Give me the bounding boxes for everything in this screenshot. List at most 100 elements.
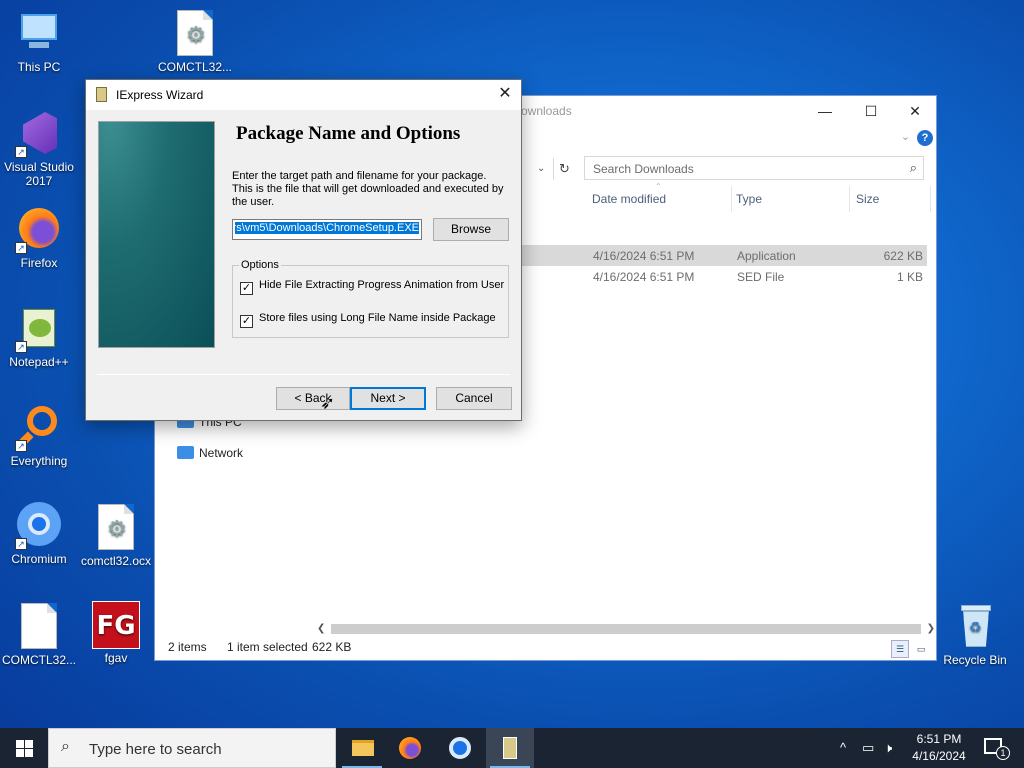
dialog-titlebar[interactable]: IExpress Wizard ✕ <box>86 80 521 110</box>
file-date: 4/16/2024 6:51 PM <box>593 270 695 284</box>
desktop-icon-label: Visual Studio 2017 <box>4 160 74 188</box>
back-button[interactable]: < Back <box>276 387 350 410</box>
nav-item-network[interactable]: Network <box>177 446 243 460</box>
close-icon[interactable]: ✕ <box>489 80 521 110</box>
file-size: 1 KB <box>896 270 923 284</box>
checkbox-checked-icon[interactable]: ✓ <box>240 315 253 328</box>
shortcut-arrow-icon: ↗ <box>15 242 27 254</box>
file-date: 4/16/2024 6:51 PM <box>593 249 695 263</box>
scrollbar-thumb[interactable] <box>331 624 921 634</box>
details-view-icon[interactable]: ☰ <box>891 640 909 658</box>
status-item-count: 2 items <box>168 640 207 654</box>
column-type[interactable]: Type <box>736 192 762 206</box>
desktop-icon-label: Notepad++ <box>9 355 69 369</box>
option-label: Store files using Long File Name inside … <box>259 312 496 324</box>
folder-icon <box>352 740 374 756</box>
desktop-icon-notepad-plus[interactable]: ↗ Notepad++ <box>1 305 77 369</box>
taskbar: ⌕ Type here to search ^ ▭ 🕨 6:51 PM 4/16… <box>0 728 1024 768</box>
next-button[interactable]: Next > <box>350 387 426 410</box>
nav-item-label: Network <box>199 446 244 460</box>
file-row[interactable]: 4/16/2024 6:51 PM Application 622 KB <box>515 245 927 266</box>
iexpress-app-icon <box>96 87 107 102</box>
option-hide-progress[interactable]: ✓ Hide File Extracting Progress Animation… <box>240 279 504 295</box>
mouse-cursor-icon: ➶ <box>320 393 336 413</box>
address-dropdown-icon[interactable]: ⌄ <box>537 158 553 180</box>
desktop-icon-label: Firefox <box>20 256 58 270</box>
network-icon <box>177 446 194 459</box>
checkbox-checked-icon[interactable]: ✓ <box>240 282 253 295</box>
clock-time: 6:51 PM <box>916 732 962 746</box>
desktop-icon-comctl32-1[interactable]: ⚙ COMCTL32... <box>157 10 233 74</box>
recycle-bin-icon: ♻ <box>951 603 999 651</box>
column-size[interactable]: Size <box>856 192 879 206</box>
desktop-icon-comctl32-ocx[interactable]: ⚙ comctl32.ocx <box>78 504 154 568</box>
file-type: Application <box>737 249 796 263</box>
wizard-banner-image <box>98 121 215 348</box>
file-row[interactable]: 4/16/2024 6:51 PM SED File 1 KB <box>515 266 927 287</box>
column-separator[interactable] <box>849 186 850 212</box>
taskbar-file-explorer[interactable] <box>338 728 386 768</box>
desktop-icon-firefox[interactable]: ↗ Firefox <box>1 206 77 270</box>
maximize-button[interactable]: ☐ <box>848 96 894 126</box>
option-long-file-names[interactable]: ✓ Store files using Long File Name inside… <box>240 312 496 328</box>
taskbar-clock[interactable]: 6:51 PM 4/16/2024 <box>900 731 978 765</box>
column-separator[interactable] <box>930 186 931 212</box>
large-icons-view-icon[interactable]: ▭ <box>912 640 930 658</box>
search-placeholder: Search Downloads <box>593 162 694 176</box>
volume-muted-icon[interactable]: 🕨 <box>884 728 892 768</box>
search-input[interactable]: Search Downloads ⌕ <box>584 156 924 180</box>
desktop-icon-label: COMCTL32... <box>157 60 232 74</box>
ribbon-expand-icon[interactable]: ⌄ <box>901 130 910 143</box>
file-icon: ⚙ <box>92 504 140 552</box>
close-button[interactable]: ✕ <box>892 96 938 126</box>
desktop-icon-label: Recycle Bin <box>943 653 1007 667</box>
divider <box>97 374 510 375</box>
iexpress-app-icon <box>503 737 517 759</box>
file-type: SED File <box>737 270 785 284</box>
taskbar-chromium[interactable] <box>436 728 484 768</box>
column-separator[interactable] <box>731 186 732 212</box>
action-center-button[interactable]: 1 <box>984 738 1010 760</box>
help-icon[interactable]: ? <box>917 130 933 146</box>
desktop-icon-this-pc[interactable]: This PC <box>1 10 77 74</box>
notification-count-badge: 1 <box>996 746 1010 760</box>
taskbar-search-input[interactable]: ⌕ Type here to search <box>48 728 336 768</box>
firefox-icon <box>399 737 421 759</box>
notepad-plus-icon: ↗ <box>15 305 63 353</box>
shortcut-arrow-icon: ↗ <box>15 440 27 452</box>
shortcut-arrow-icon: ↗ <box>15 341 27 353</box>
search-icon: ⌕ <box>61 738 70 755</box>
taskbar-iexpress[interactable] <box>486 728 534 768</box>
desktop-icon-everything[interactable]: ↗ Everything <box>1 404 77 468</box>
file-icon <box>15 603 63 651</box>
options-group-label: Options <box>239 259 281 271</box>
desktop-icon-chromium[interactable]: ↗ Chromium <box>1 502 77 566</box>
desktop-icon-label: Everything <box>10 454 68 468</box>
minimize-button[interactable]: — <box>802 96 848 126</box>
column-date-modified[interactable]: Date modified <box>592 192 666 206</box>
desktop-icon-comctl32-2[interactable]: COMCTL32... <box>1 603 77 667</box>
desktop-icon-visual-studio[interactable]: ↗ Visual Studio 2017 <box>1 110 77 188</box>
iexpress-wizard-dialog[interactable]: IExpress Wizard ✕ Package Name and Optio… <box>85 79 522 421</box>
cancel-button[interactable]: Cancel <box>436 387 512 410</box>
desktop-icon-fgav[interactable]: FG fgav <box>78 601 154 665</box>
browse-button[interactable]: Browse <box>433 218 509 241</box>
taskbar-firefox[interactable] <box>386 728 434 768</box>
target-path-value: rs\vm5\Downloads\ChromeSetup.EXE <box>235 222 419 234</box>
visual-studio-icon: ↗ <box>15 110 63 158</box>
sort-arrow-icon: ⌃ <box>655 182 662 191</box>
show-hidden-icons-icon[interactable]: ^ <box>840 728 846 768</box>
desktop-icon-recycle-bin[interactable]: ♻ Recycle Bin <box>937 603 1013 667</box>
firefox-icon: ↗ <box>15 206 63 254</box>
network-icon[interactable]: ▭ <box>862 728 874 768</box>
start-button[interactable] <box>0 728 48 768</box>
taskbar-search-placeholder: Type here to search <box>89 741 222 758</box>
clock-date: 4/16/2024 <box>912 749 966 763</box>
option-label: Hide File Extracting Progress Animation … <box>259 279 505 291</box>
desktop-icon-label: COMCTL32... <box>1 653 76 667</box>
page-title: Package Name and Options <box>236 123 461 144</box>
chromium-icon: ↗ <box>15 502 63 550</box>
explorer-title: ownloads <box>521 104 572 118</box>
refresh-icon[interactable]: ↻ <box>553 158 575 180</box>
target-path-input[interactable]: rs\vm5\Downloads\ChromeSetup.EXE <box>232 219 422 240</box>
